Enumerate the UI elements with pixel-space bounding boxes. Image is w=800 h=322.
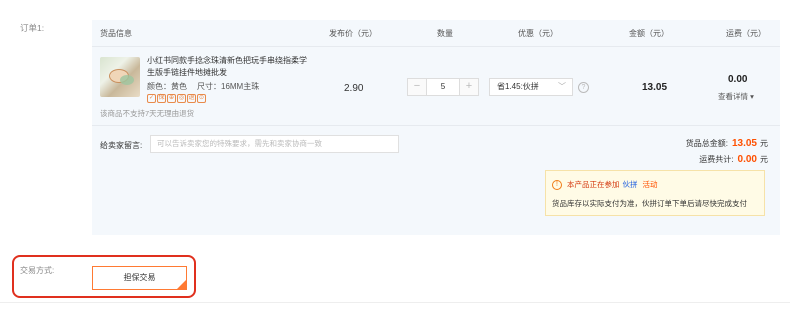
order-label: 订单1: (20, 23, 45, 33)
col-qty-header: 数量 (437, 29, 453, 38)
col-promo-header: 优惠（元） (518, 29, 558, 38)
shipping-total-unit: 元 (760, 155, 768, 164)
goods-total-label: 货品总金额: (685, 139, 728, 148)
shipping-total-label: 运费共计: (699, 155, 734, 164)
goods-total-unit: 元 (760, 139, 768, 148)
spec-color: 颜色：黄色 (147, 82, 187, 91)
service-badge-icon[interactable]: ⊙ (197, 94, 206, 103)
seller-note-input[interactable]: 可以告诉卖家您的特殊要求，需先和卖家协商一致 (150, 135, 399, 153)
escrow-trade-option[interactable]: 担保交易 (92, 266, 187, 290)
notice-line-2: 货品库存以实际支付为准，伙拼订单下单后请尽快完成支付 (552, 199, 747, 208)
col-shipping-header: 运费（元） (726, 29, 766, 38)
col-amount-header: 金额（元） (629, 29, 669, 38)
warning-icon: ! (552, 179, 562, 190)
shipping-total-value: 0.00 (737, 154, 757, 165)
seller-note-label: 给卖家留言: (100, 141, 143, 150)
qty-increment-button[interactable]: + (460, 79, 478, 95)
spec-size: 尺寸：16MM主珠 (197, 82, 260, 91)
chevron-down-icon: ﹀ (558, 82, 566, 91)
product-thumbnail[interactable] (100, 57, 140, 97)
no-return-notice: 该商品不支持7天无理由退货 (100, 109, 195, 118)
promo-value: 省1.45:伙拼 (497, 82, 539, 91)
order-panel: 货品信息 发布价（元） 数量 优惠（元） 金额（元） 运费（元） 小红书同款手捻… (92, 20, 780, 235)
qty-input[interactable]: 5 (426, 79, 460, 95)
service-badge-icon[interactable]: 保 (157, 94, 166, 103)
service-badge-icon[interactable]: 退 (187, 94, 196, 103)
line-amount: 13.05 (642, 82, 668, 93)
notice-line-1: ! 本产品正在参加 伙拼 活动 (552, 179, 658, 190)
service-badges: ✓ 保 ⊕ ◎ 退 ⊙ (147, 94, 206, 103)
service-badge-icon[interactable]: ◎ (177, 94, 186, 103)
notice-suffix: 活动 (642, 180, 658, 189)
shipping-total-row: 运费共计: 0.00 元 (699, 154, 768, 165)
service-badge-icon[interactable]: ⊕ (167, 94, 176, 103)
view-details-link[interactable]: 查看详情 ▾ (718, 91, 754, 102)
goods-total-value: 13.05 (731, 138, 757, 149)
product-title[interactable]: 小红书同款手捻念珠清新色把玩手串绕指柔学生版手链挂件地摊批发 (147, 55, 307, 79)
unit-price: 2.90 (344, 83, 364, 94)
header-divider (92, 46, 780, 47)
product-spec: 颜色：黄色 尺寸：16MM主珠 (147, 81, 259, 92)
trade-method-label: 交易方式: (20, 266, 55, 275)
notice-prefix: 本产品正在参加 (567, 180, 620, 189)
help-icon[interactable]: ? (578, 82, 589, 93)
service-badge-icon[interactable]: ✓ (147, 94, 156, 103)
notice-activity-link[interactable]: 伙拼 (623, 179, 638, 190)
promo-select[interactable]: 省1.45:伙拼 ﹀ (489, 78, 573, 96)
col-price-header: 发布价（元） (329, 29, 377, 38)
shipping-fee: 0.00 (728, 74, 748, 85)
promotion-notice: ! 本产品正在参加 伙拼 活动 货品库存以实际支付为准，伙拼订单下单后请尽快完成… (545, 170, 765, 216)
goods-total-row: 货品总金额: 13.05 元 (686, 138, 768, 149)
quantity-stepper: − 5 + (407, 78, 479, 96)
col-goods-header: 货品信息 (100, 29, 132, 38)
bottom-divider (0, 302, 790, 303)
section-divider (92, 125, 780, 126)
qty-decrement-button[interactable]: − (408, 79, 426, 95)
